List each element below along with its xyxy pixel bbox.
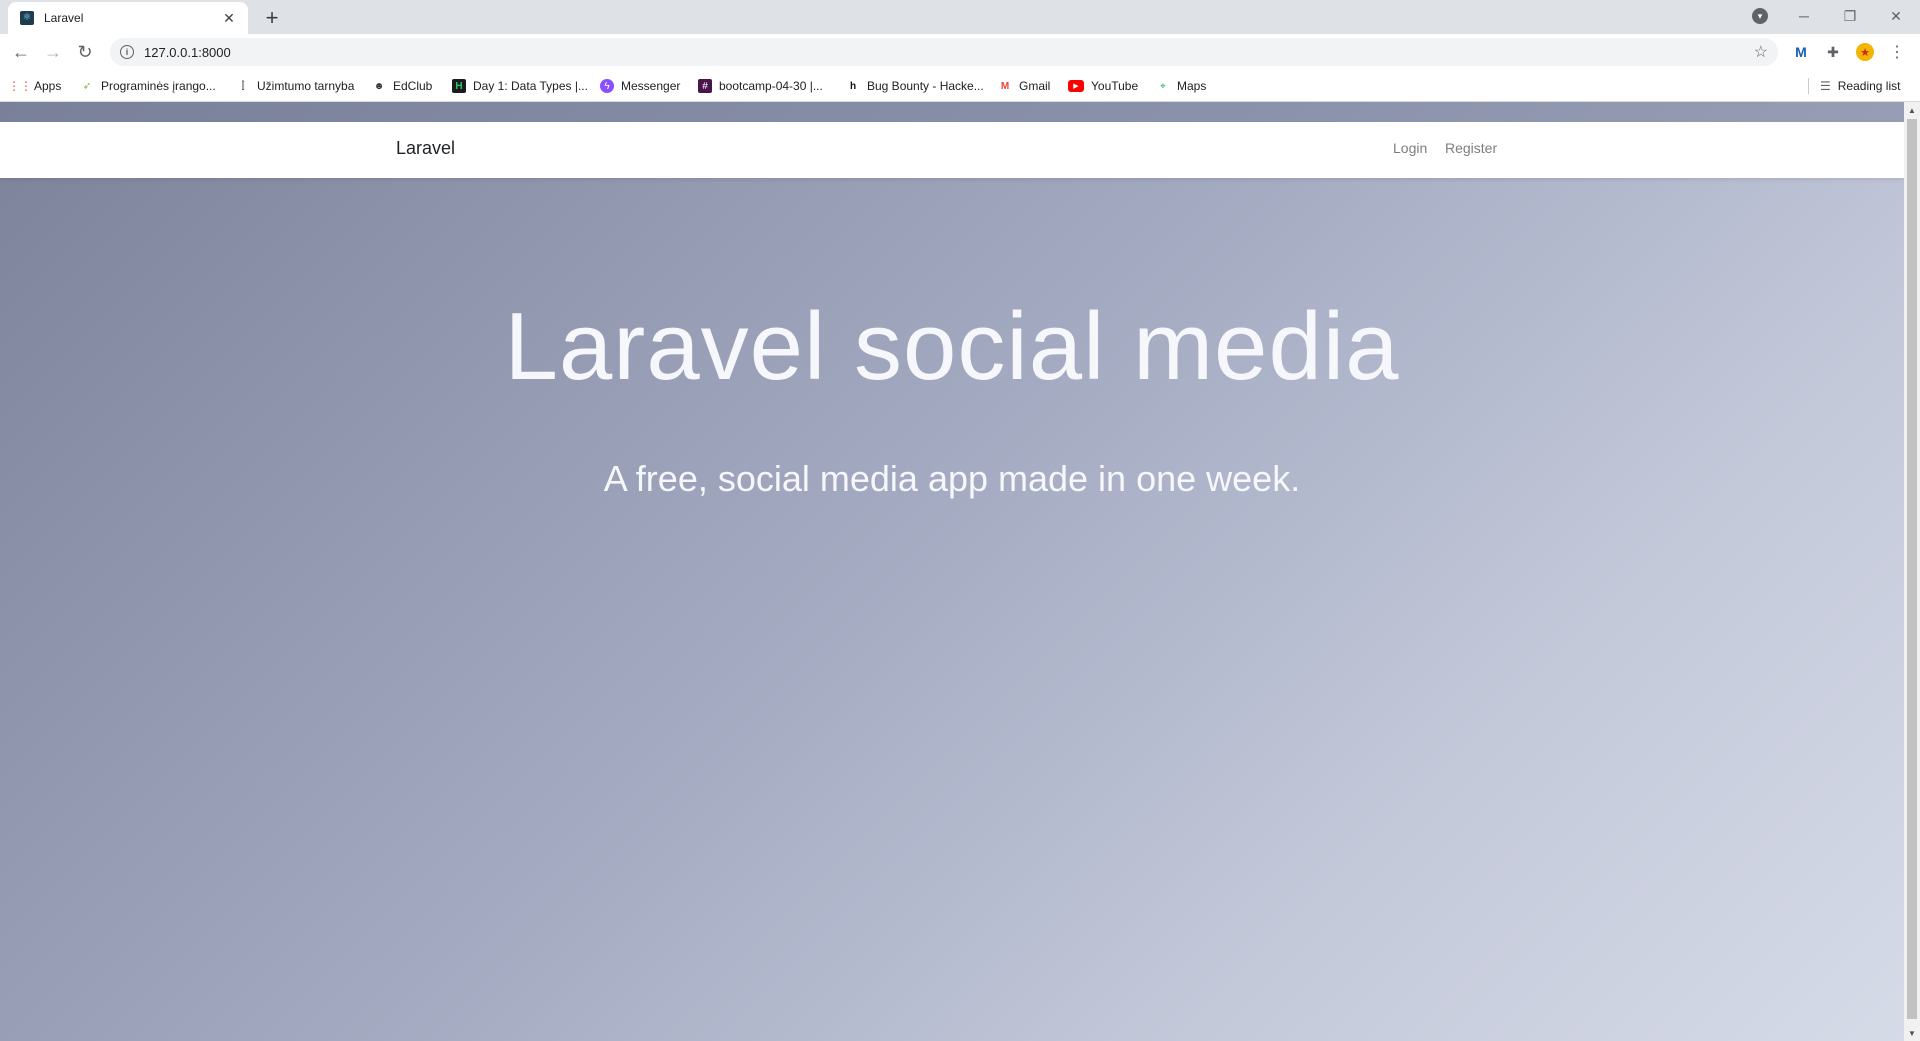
apps-grid-icon: ⋮⋮: [8, 79, 32, 93]
bookmark-programines[interactable]: ➶ Programinės įrango...: [80, 77, 216, 95]
tab-title: Laravel: [44, 11, 84, 25]
site-info-icon[interactable]: i: [120, 45, 134, 59]
scroll-thumb[interactable]: [1907, 119, 1917, 1019]
reading-list-label: Reading list: [1837, 79, 1901, 93]
reading-list-icon: ☰: [1820, 79, 1831, 93]
bookmark-edclub[interactable]: ☻ EdClub: [372, 77, 433, 95]
maps-icon: ⌖: [1160, 80, 1166, 92]
messenger-icon: ϟ: [600, 79, 614, 93]
new-tab-button[interactable]: +: [260, 6, 284, 30]
close-tab-icon[interactable]: ✕: [220, 9, 238, 27]
bookmark-label: Day 1: Data Types |...: [473, 79, 588, 93]
slack-icon: #: [698, 79, 712, 93]
bookmark-label: Apps: [34, 79, 62, 93]
bookmark-label: Užimtumo tarnyba: [257, 79, 355, 93]
bookmark-label: Gmail: [1019, 79, 1051, 93]
bookmark-maps[interactable]: ⌖ Maps: [1156, 77, 1206, 95]
bookmark-label: bootcamp-04-30 |...: [719, 79, 823, 93]
browser-tab[interactable]: ⚛ Laravel ✕: [8, 2, 248, 34]
hackerone-icon: h: [849, 80, 857, 92]
site-navbar: Laravel Login Register: [0, 122, 1904, 178]
bookmark-label: Messenger: [621, 79, 681, 93]
bookmark-hackerrank[interactable]: H Day 1: Data Types |...: [452, 77, 588, 95]
bookmark-label: YouTube: [1091, 79, 1139, 93]
scroll-up-arrow-icon[interactable]: ▲: [1904, 102, 1920, 118]
page-viewport: Laravel Login Register Laravel social me…: [0, 102, 1904, 1041]
reading-list-button[interactable]: ☰ Reading list: [1820, 77, 1900, 95]
youtube-icon: ▶: [1068, 80, 1084, 92]
hackerrank-icon: H: [452, 79, 466, 93]
bookmark-label: Maps: [1177, 79, 1207, 93]
bookmark-star-icon[interactable]: ☆: [1754, 42, 1768, 62]
extension-m-icon[interactable]: M: [1792, 43, 1810, 61]
page-scrollbar[interactable]: ▲ ▼: [1904, 102, 1920, 1041]
register-link[interactable]: Register: [1445, 140, 1497, 156]
forward-arrow-icon[interactable]: →: [41, 40, 65, 64]
reload-icon[interactable]: ↻: [73, 40, 97, 64]
bookmark-apps[interactable]: ⋮⋮ Apps: [8, 77, 62, 95]
bookmark-bootcamp[interactable]: # bootcamp-04-30 |...: [698, 77, 823, 95]
restore-button[interactable]: ❐: [1832, 4, 1868, 28]
url-text[interactable]: 127.0.0.1:8000: [144, 45, 1754, 60]
hero-subtitle: A free, social media app made in one wee…: [603, 458, 1301, 499]
uzt-icon: ⫿: [241, 80, 245, 92]
bookmark-label: Programinės įrango...: [101, 79, 216, 93]
back-arrow-icon[interactable]: ←: [9, 40, 33, 64]
bookmark-messenger[interactable]: ϟ Messenger: [600, 77, 680, 95]
address-bar[interactable]: i 127.0.0.1:8000 ☆: [110, 38, 1778, 66]
navbar-brand[interactable]: Laravel: [396, 138, 455, 159]
leaf-icon: ➶: [82, 80, 92, 92]
hero-title: Laravel social media: [504, 293, 1400, 400]
menu-kebab-icon[interactable]: ⋮: [1888, 43, 1906, 61]
bookmarks-bar: ⋮⋮ Apps ➶ Programinės įrango... ⫿ Užimtu…: [0, 70, 1920, 102]
bookmark-youtube[interactable]: ▶ YouTube: [1068, 77, 1138, 95]
bookmark-gmail[interactable]: M Gmail: [998, 77, 1051, 95]
minimize-button[interactable]: ─: [1786, 4, 1822, 28]
gmail-icon: M: [1000, 80, 1010, 92]
bookmark-uzimtumo[interactable]: ⫿ Užimtumo tarnyba: [236, 77, 354, 95]
browser-toolbar: ← → ↻ i 127.0.0.1:8000 ☆ M ✚ ★ ⋮: [0, 34, 1920, 70]
tab-search-icon[interactable]: ▾: [1752, 8, 1768, 24]
bookmark-bug-bounty[interactable]: h Bug Bounty - Hacke...: [846, 77, 984, 95]
laravel-atom-icon: ⚛: [20, 11, 34, 25]
bookmark-label: EdClub: [393, 79, 433, 93]
edclub-icon: ☻: [373, 80, 385, 92]
bookmarks-divider: [1808, 78, 1809, 94]
login-link[interactable]: Login: [1393, 140, 1427, 156]
bookmark-label: Bug Bounty - Hacke...: [867, 79, 984, 93]
tab-strip: ⚛ Laravel ✕ + ▾ ─ ❐ ✕: [0, 0, 1920, 34]
profile-avatar-icon[interactable]: ★: [1856, 43, 1874, 61]
close-window-button[interactable]: ✕: [1878, 4, 1914, 28]
page-top-strip: [0, 102, 1904, 122]
scroll-down-arrow-icon[interactable]: ▼: [1904, 1025, 1920, 1041]
extensions-puzzle-icon[interactable]: ✚: [1824, 43, 1842, 61]
